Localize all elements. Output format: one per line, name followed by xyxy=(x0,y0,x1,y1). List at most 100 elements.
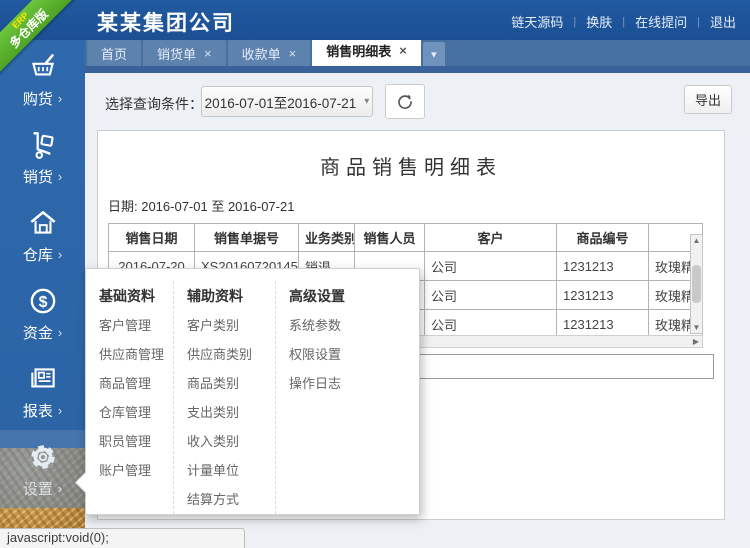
menu-item-operation-log[interactable]: 操作日志 xyxy=(289,369,419,398)
link-separator: | xyxy=(573,16,576,28)
query-toolbar: 选择查询条件： 2016-07-01至2016-07-21 ▾ 导出 xyxy=(85,73,750,130)
sidebar-item-label: 报表 xyxy=(23,400,53,421)
sidebar-item-warehouse[interactable]: 仓库 › xyxy=(0,196,85,274)
link-change-skin[interactable]: 换肤 xyxy=(586,12,612,31)
tab-label: 销售明细表 xyxy=(326,41,391,60)
tabbar-bottom-strip xyxy=(85,66,750,73)
chevron-right-icon: › xyxy=(58,403,62,418)
sidebar-item-label: 资金 xyxy=(23,322,53,343)
tab-bar: 首页 销货单 × 收款单 × 销售明细表 × ▾ xyxy=(85,40,750,66)
menu-item-unit-of-measure[interactable]: 计量单位 xyxy=(187,456,275,485)
table-vertical-scrollbar[interactable]: ▲ ▼ xyxy=(690,234,703,334)
menu-item-supplier-category[interactable]: 供应商类别 xyxy=(187,340,275,369)
menu-item-staff-mgmt[interactable]: 职员管理 xyxy=(99,427,173,456)
tab-sales-order[interactable]: 销货单 × xyxy=(143,40,226,66)
chevron-down-icon: ▾ xyxy=(364,96,369,107)
chevron-right-icon: › xyxy=(58,91,62,106)
report-title: 商品销售明细表 xyxy=(98,151,724,180)
cell-product-code: 1231213 xyxy=(557,252,649,281)
cell-customer: 公司 xyxy=(425,281,557,310)
chevron-right-icon: › xyxy=(58,481,62,496)
popup-section-title: 辅助资料 xyxy=(187,281,275,311)
popup-section-title: 基础资料 xyxy=(99,281,173,311)
tab-label: 首页 xyxy=(101,44,127,63)
scroll-up-icon[interactable]: ▲ xyxy=(693,236,701,245)
sidebar-item-sales[interactable]: 销货 › xyxy=(0,118,85,196)
top-header: 某某集团公司 链天源码 | 换肤 | 在线提问 | 退出 xyxy=(0,0,750,40)
col-invoice-no: 销售单据号 xyxy=(195,224,299,252)
date-range-select[interactable]: 2016-07-01至2016-07-21 ▾ xyxy=(201,86,373,117)
menu-item-customer-mgmt[interactable]: 客户管理 xyxy=(99,311,173,340)
sidebar-item-settings[interactable]: 设置 › xyxy=(0,430,85,508)
export-button[interactable]: 导出 xyxy=(684,85,732,114)
menu-item-product-mgmt[interactable]: 商品管理 xyxy=(99,369,173,398)
col-sale-date: 销售日期 xyxy=(109,224,195,252)
sidebar-item-reports[interactable]: 报表 › xyxy=(0,352,85,430)
tab-receipt-order[interactable]: 收款单 × xyxy=(228,40,311,66)
tab-home[interactable]: 首页 xyxy=(87,40,141,66)
menu-item-customer-category[interactable]: 客户类别 xyxy=(187,311,275,340)
popup-section-title: 高级设置 xyxy=(289,281,419,311)
erp-application: 某某集团公司 链天源码 | 换肤 | 在线提问 | 退出 ERP 多仓库版 购货… xyxy=(0,0,750,548)
report-date-range: 日期: 2016-07-01 至 2016-07-21 xyxy=(108,196,724,215)
scroll-right-icon[interactable]: ▶ xyxy=(693,337,699,346)
col-customer: 客户 xyxy=(425,224,557,252)
popup-section-advanced: 高级设置 系统参数 权限设置 操作日志 xyxy=(276,281,419,514)
trolley-icon xyxy=(26,128,60,162)
chevron-right-icon: › xyxy=(58,325,62,340)
link-source[interactable]: 链天源码 xyxy=(511,12,563,31)
tab-label: 销货单 xyxy=(157,44,196,63)
popup-section-auxiliary: 辅助资料 客户类别 供应商类别 商品类别 支出类别 收入类别 计量单位 结算方式 xyxy=(174,281,276,514)
sidebar-item-label: 设置 xyxy=(23,478,53,499)
col-product-code: 商品编号 xyxy=(557,224,649,252)
close-icon[interactable]: × xyxy=(399,43,407,58)
table-header-row: 销售日期 销售单据号 业务类别 销售人员 客户 商品编号 xyxy=(109,224,703,252)
report-icon xyxy=(26,362,60,396)
menu-item-settlement-method[interactable]: 结算方式 xyxy=(187,485,275,514)
funds-icon: $ xyxy=(26,284,60,318)
scrollbar-thumb[interactable] xyxy=(692,265,701,303)
sidebar-item-funds[interactable]: $ 资金 › xyxy=(0,274,85,352)
sidebar-item-label: 仓库 xyxy=(23,244,53,265)
link-logout[interactable]: 退出 xyxy=(710,12,736,31)
popup-section-basic: 基础资料 客户管理 供应商管理 商品管理 仓库管理 职员管理 账户管理 xyxy=(86,281,174,514)
menu-item-account-mgmt[interactable]: 账户管理 xyxy=(99,456,173,485)
svg-text:$: $ xyxy=(38,293,47,310)
export-label: 导出 xyxy=(695,90,721,109)
close-icon[interactable]: × xyxy=(204,46,212,61)
basket-icon xyxy=(26,50,60,84)
menu-item-system-params[interactable]: 系统参数 xyxy=(289,311,419,340)
sidebar-item-label: 销货 xyxy=(23,166,53,187)
status-text: javascript:void(0); xyxy=(7,530,109,545)
settings-popup-menu: 基础资料 客户管理 供应商管理 商品管理 仓库管理 职员管理 账户管理 辅助资料… xyxy=(85,268,420,515)
refresh-icon xyxy=(396,93,414,111)
link-separator: | xyxy=(697,16,700,28)
menu-item-product-category[interactable]: 商品类别 xyxy=(187,369,275,398)
tab-overflow-button[interactable]: ▾ xyxy=(423,42,445,66)
chevron-right-icon: › xyxy=(58,169,62,184)
chevron-right-icon: › xyxy=(58,247,62,262)
cell-product-code: 1231213 xyxy=(557,281,649,310)
link-online-help[interactable]: 在线提问 xyxy=(635,12,687,31)
date-range-value: 2016-07-01至2016-07-21 xyxy=(205,92,357,112)
cell-customer: 公司 xyxy=(425,252,557,281)
query-condition-label: 选择查询条件： xyxy=(105,94,203,114)
menu-item-warehouse-mgmt[interactable]: 仓库管理 xyxy=(99,398,173,427)
chevron-down-icon: ▾ xyxy=(431,48,437,61)
col-biz-type: 业务类别 xyxy=(299,224,355,252)
header-links: 链天源码 | 换肤 | 在线提问 | 退出 xyxy=(511,12,736,31)
sidebar-nav: 购货› 销货› 仓库› $ 资金› xyxy=(0,40,85,548)
menu-item-supplier-mgmt[interactable]: 供应商管理 xyxy=(99,340,173,369)
col-salesperson: 销售人员 xyxy=(355,224,425,252)
menu-item-permission-settings[interactable]: 权限设置 xyxy=(289,340,419,369)
tab-label: 收款单 xyxy=(242,44,281,63)
refresh-button[interactable] xyxy=(385,84,425,119)
menu-item-expense-category[interactable]: 支出类别 xyxy=(187,398,275,427)
company-title: 某某集团公司 xyxy=(97,7,235,37)
menu-item-income-category[interactable]: 收入类别 xyxy=(187,427,275,456)
link-separator: | xyxy=(622,16,625,28)
close-icon[interactable]: × xyxy=(289,46,297,61)
status-tooltip: javascript:void(0); xyxy=(0,528,245,548)
scroll-down-icon[interactable]: ▼ xyxy=(693,323,701,332)
gear-icon xyxy=(26,440,60,474)
